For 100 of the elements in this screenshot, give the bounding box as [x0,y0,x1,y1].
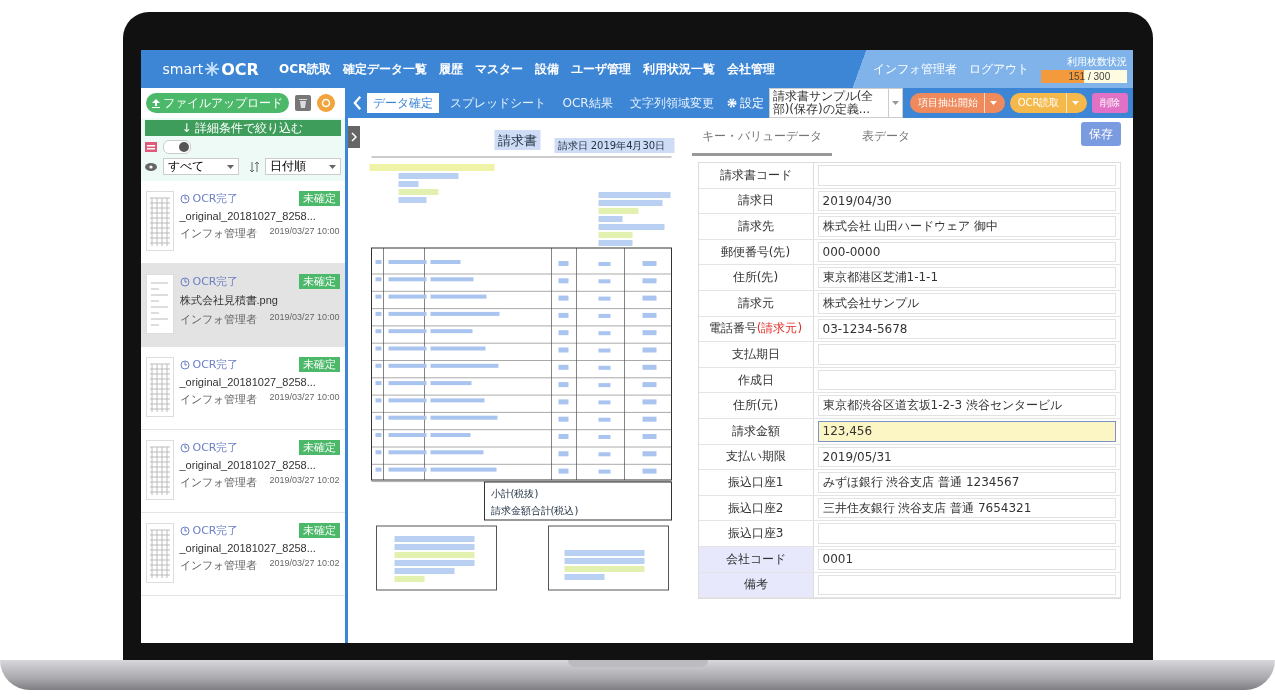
document-thumbnail [145,357,174,417]
data-tab[interactable]: 表データ [851,118,920,156]
document-title: 請求書 [494,130,540,150]
nav-menu-item[interactable]: 会社管理 [727,60,776,78]
view-tab[interactable]: スプレッドシート [443,93,552,113]
value-field[interactable]: 東京都渋谷区道玄坂1-2-3 渋谷センタービル [817,395,1116,416]
field-label: 請求日 [698,188,814,214]
clock-icon [179,442,190,453]
value-field[interactable]: 東京都港区芝浦1-1-1 [817,267,1116,288]
field-label: 支払期日 [698,342,814,367]
field-label: 会社コード [698,546,814,572]
file-name: 株式会社見積書.png [179,293,279,308]
caret-icon [891,101,899,105]
value-field[interactable] [817,523,1116,544]
upload-date: 2019/03/27 10:02 [269,475,340,487]
upload-date: 2019/03/27 10:00 [269,392,340,404]
value-field[interactable]: 0001 [817,548,1116,570]
file-name: _original_20181027_8258... [179,542,317,554]
status-badge: 未確定 [298,191,340,206]
back-chevron-icon[interactable] [352,95,362,111]
nav-menu-item[interactable]: 履歴 [439,60,464,78]
settings-button[interactable]: 設定 [726,94,764,112]
field-label: 請求金額 [698,418,814,444]
subtotal-label: 小計(税抜) [490,488,538,499]
nav-menu-item[interactable]: 設備 [535,60,560,78]
nav-menu-item[interactable]: マスター [475,60,524,78]
value-field[interactable]: 000-0000 [817,241,1116,263]
value-field[interactable] [817,344,1116,365]
template-select[interactable]: 請求書サンプル(全部)(保存)の定義... [768,88,903,118]
uploader-name: インフォ管理者 [179,392,257,407]
status-badge: 未確定 [298,440,340,455]
file-list-item[interactable]: OCR完了 未確定 _original_20181027_8258... インフォ管理者 2019/03/27 10:02 [140,513,345,596]
value-field[interactable]: みずほ銀行 渋谷支店 普通 1234567 [817,472,1116,493]
file-name: _original_20181027_8258... [179,376,317,388]
value-field[interactable]: 三井住友銀行 渋谷支店 普通 7654321 [817,497,1116,519]
user-name: インフォ管理者 [872,60,957,78]
filter-icon [144,142,157,152]
save-button[interactable]: 保存 [1080,122,1121,146]
file-list-item[interactable]: OCR完了 未確定 _original_20181027_8258... インフォ管理者 2019/03/27 10:02 [140,430,345,513]
file-list-item[interactable]: OCR完了 未確定 _original_20181027_8258... インフォ管理者 2019/03/27 10:00 [140,181,345,264]
document-thumbnail [145,440,174,500]
sparkle-icon [205,62,220,76]
uploader-name: インフォ管理者 [179,475,257,490]
chevron-right-icon [350,132,357,142]
value-field[interactable]: 123,456 [817,420,1116,442]
delete-button[interactable]: 削除 [1091,93,1128,113]
toggle-switch[interactable] [162,140,191,154]
document-thumbnail [145,523,174,583]
settings-icon [726,98,737,108]
upload-date: 2019/03/27 10:00 [269,312,340,324]
nav-menu-item[interactable]: 利用状況一覧 [643,60,716,78]
value-field[interactable]: 2019/05/31 [817,446,1116,468]
value-field[interactable] [817,369,1116,391]
ocr-status: OCR完了 [192,523,239,538]
view-select[interactable]: すべて [162,158,239,175]
field-label: 請求先 [698,214,814,239]
nav-menu-item[interactable]: OCR読取 [278,60,332,78]
value-field[interactable]: 2019/04/30 [817,190,1116,212]
value-field[interactable] [817,574,1116,596]
uploader-name: インフォ管理者 [179,312,257,327]
extract-button[interactable]: 項目抽出開始 [909,93,1005,113]
view-tab[interactable]: データ確定 [366,93,439,113]
document-date: 請求日 2019年4月30日 [554,138,674,153]
file-list-item[interactable]: OCR完了 未確定 株式会社見積書.png インフォ管理者 2019/03/27 10:00 [140,264,345,347]
trash-button[interactable] [294,95,311,111]
value-field[interactable]: 03-1234-5678 [817,318,1116,340]
field-label: 住所(先) [698,265,814,290]
value-field[interactable]: 株式会社サンプル [817,292,1116,314]
caret-icon [989,101,997,105]
field-label: 備考 [698,572,814,598]
nav-menu-item[interactable]: ユーザ管理 [571,60,632,78]
view-tab[interactable]: OCR結果 [556,93,619,113]
file-name: _original_20181027_8258... [179,459,317,471]
upload-date: 2019/03/27 10:02 [269,558,340,570]
view-tab[interactable]: 文字列領域変更 [623,93,720,113]
document-thumbnail [145,274,174,334]
filter-bar[interactable]: ↓ 詳細条件で絞り込む [144,120,341,136]
nav-menu-item[interactable]: 確定データ一覧 [343,60,428,78]
field-label: 請求元 [698,290,814,316]
sort-select[interactable]: 日付順 [264,158,341,175]
ocr-status: OCR完了 [192,191,239,206]
value-field[interactable]: 株式会社 山田ハードウェア 御中 [817,216,1116,237]
file-list-item[interactable]: OCR完了 未確定 _original_20181027_8258... インフォ管理者 2019/03/27 10:00 [140,347,345,430]
sort-icon [249,161,259,172]
ocr-status: OCR完了 [192,357,239,372]
field-label: 振込口座1 [698,470,814,495]
document-thumbnail [145,191,174,251]
value-field[interactable] [817,165,1116,186]
ring-icon [320,98,331,108]
data-tab[interactable]: キー・バリューデータ [691,118,832,156]
file-name: _original_20181027_8258... [179,210,317,222]
upload-button[interactable]: ファイルアップロード [145,93,289,113]
ocr-status: OCR完了 [192,274,239,289]
caret-icon [226,164,234,169]
eye-icon [144,162,157,171]
status-badge: 未確定 [298,357,340,372]
field-label: 請求書コード [698,163,814,188]
expand-panel-button[interactable] [347,126,360,148]
ocr-status: OCR完了 [192,440,239,455]
refresh-button[interactable] [316,94,335,112]
